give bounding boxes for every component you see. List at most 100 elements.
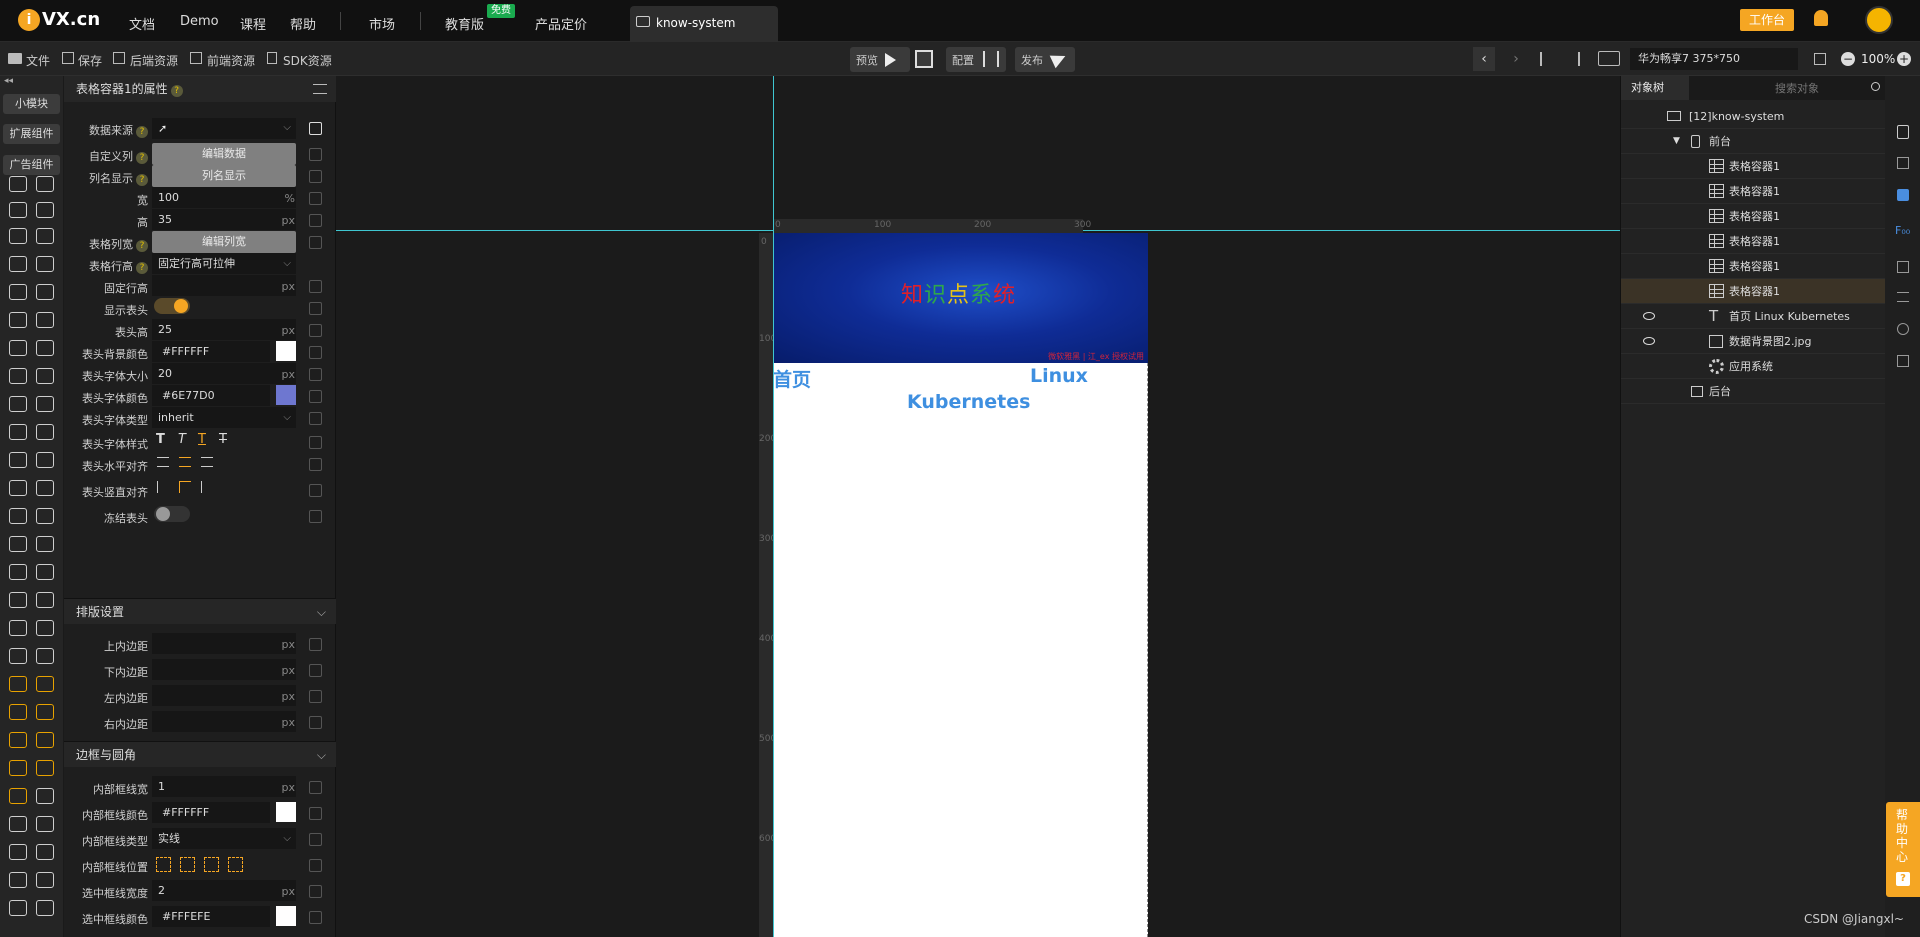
share-icon[interactable] xyxy=(36,564,54,580)
help-center-button[interactable]: 帮 助 中 心 ? xyxy=(1886,802,1920,897)
hourglass-icon[interactable] xyxy=(36,592,54,608)
link-icon[interactable] xyxy=(309,484,322,497)
bold-icon[interactable]: T xyxy=(156,432,165,447)
image-icon[interactable] xyxy=(9,256,27,272)
edit-data-button[interactable]: 编辑数据 xyxy=(152,143,296,165)
device-icon[interactable] xyxy=(1598,51,1620,66)
padding-right-input[interactable] xyxy=(152,711,296,732)
link-icon[interactable] xyxy=(309,690,322,703)
live-icon[interactable] xyxy=(36,368,54,384)
link-icon[interactable] xyxy=(309,638,322,651)
play-icon[interactable] xyxy=(885,53,896,67)
swap-icon[interactable] xyxy=(1897,292,1909,302)
tree-node-table[interactable]: 表格容器1 xyxy=(1621,204,1886,229)
nav-docs[interactable]: 文档 xyxy=(129,14,155,33)
search-objects-input[interactable] xyxy=(1771,79,1883,97)
eye-icon[interactable] xyxy=(1643,337,1655,345)
help-icon[interactable]: ? xyxy=(170,85,183,97)
tree-node-table[interactable]: 表格容器1 xyxy=(1621,179,1886,204)
bracket-x-icon[interactable] xyxy=(36,704,54,720)
vertical-dots-icon[interactable] xyxy=(36,480,54,496)
link-icon[interactable] xyxy=(309,346,322,359)
nav-course[interactable]: 课程 xyxy=(240,14,266,33)
link-icon[interactable] xyxy=(309,833,322,846)
padding-bottom-input[interactable] xyxy=(152,659,296,680)
menu-icon[interactable] xyxy=(313,84,327,94)
3d-icon[interactable] xyxy=(36,648,54,664)
px-icon[interactable] xyxy=(9,508,27,524)
color-swatch[interactable] xyxy=(276,341,296,361)
frame-icon[interactable] xyxy=(9,620,27,636)
sdk-resources[interactable]: SDK资源 xyxy=(283,52,332,69)
nav-pricing[interactable]: 产品定价 xyxy=(535,14,587,33)
exe-icon[interactable] xyxy=(36,816,54,832)
width-input[interactable]: 100 xyxy=(152,187,296,208)
search-icon[interactable] xyxy=(1871,82,1880,91)
column-display-button[interactable]: 列名显示 xyxy=(152,165,296,187)
nav-education[interactable]: 教育版 xyxy=(445,14,484,33)
font-size-icon[interactable]: F₀₀ xyxy=(1895,224,1910,237)
divider-icon[interactable] xyxy=(9,368,27,384)
text-icon[interactable] xyxy=(9,176,27,192)
tree-node-project[interactable]: [12]know-system xyxy=(1621,104,1886,129)
if-icon[interactable] xyxy=(36,396,54,412)
bracket-grid-icon[interactable] xyxy=(36,732,54,748)
copy-icon[interactable] xyxy=(309,122,322,135)
italic-icon[interactable]: T xyxy=(178,432,186,447)
tree-node-table[interactable]: 表格容器1 xyxy=(1621,254,1886,279)
link-icon[interactable] xyxy=(309,302,322,315)
inner-border-width-input[interactable]: 1 xyxy=(152,776,296,797)
align-left-icon[interactable] xyxy=(157,457,169,467)
tree-node-table[interactable]: 表格容器1 xyxy=(1621,229,1886,254)
gallery-icon[interactable] xyxy=(36,256,54,272)
browser-icon[interactable] xyxy=(9,284,27,300)
border-vertical-icon[interactable] xyxy=(204,857,219,872)
align-center-icon[interactable] xyxy=(1566,52,1580,66)
height-input[interactable]: 35 xyxy=(152,209,296,230)
link-icon[interactable] xyxy=(309,368,322,381)
nav-market[interactable]: 市场 xyxy=(369,14,395,33)
tree-node-backend[interactable]: 后台 xyxy=(1621,379,1886,404)
link-icon[interactable] xyxy=(309,664,322,677)
color-swatch[interactable] xyxy=(276,906,296,926)
link-icon[interactable] xyxy=(309,885,322,898)
table-icon[interactable] xyxy=(36,536,54,552)
link-icon[interactable] xyxy=(309,324,322,337)
bell-icon[interactable] xyxy=(1814,10,1828,26)
align-left-icon[interactable] xyxy=(1540,52,1554,66)
info-icon[interactable] xyxy=(1897,125,1909,139)
zoom-in-icon[interactable]: + xyxy=(1897,52,1911,66)
valign-top-icon[interactable] xyxy=(157,481,169,493)
valign-bottom-icon[interactable] xyxy=(201,481,213,493)
save-button[interactable]: 保存 xyxy=(78,52,102,69)
design-canvas[interactable]: 0 100 200 300 0 100 200 300 400 500 600 … xyxy=(336,76,1620,937)
percent-icon[interactable] xyxy=(36,508,54,524)
border-all-icon[interactable] xyxy=(156,857,171,872)
valign-middle-icon[interactable] xyxy=(179,481,191,493)
chevron-right-icon[interactable]: › xyxy=(1505,47,1527,71)
tree-node-frontend[interactable]: ▼ 前台 xyxy=(1621,129,1886,154)
copy-icon[interactable] xyxy=(1897,261,1909,273)
strikethrough-icon[interactable]: T xyxy=(219,432,227,447)
link-icon[interactable] xyxy=(309,458,322,471)
link-icon[interactable] xyxy=(309,170,322,183)
bracket-t-icon[interactable] xyxy=(9,676,27,692)
tree-node-text[interactable]: T 首页 Linux Kubernetes xyxy=(1621,304,1886,329)
fixed-row-height-input[interactable] xyxy=(152,275,296,296)
border-section-header[interactable]: 边框与圆角 ⌵ xyxy=(64,741,336,767)
link-icon[interactable] xyxy=(9,900,27,916)
sliders-icon[interactable] xyxy=(983,51,999,67)
avatar[interactable] xyxy=(1865,6,1893,34)
bracket-n-icon[interactable] xyxy=(36,676,54,692)
qrcode-icon[interactable] xyxy=(915,50,933,68)
padding-top-input[interactable] xyxy=(152,633,296,654)
collapse-icon[interactable]: ◂◂ xyxy=(4,76,13,86)
layout-icon[interactable] xyxy=(9,452,27,468)
dots-icon[interactable] xyxy=(9,480,27,496)
file-menu[interactable]: 文件 xyxy=(26,52,50,69)
category-small-modules[interactable]: 小模块 xyxy=(3,94,60,114)
link-icon[interactable] xyxy=(309,781,322,794)
freeze-header-toggle[interactable] xyxy=(154,506,190,522)
bin-icon[interactable] xyxy=(36,202,54,218)
zoom-out-icon[interactable]: − xyxy=(1841,52,1855,66)
